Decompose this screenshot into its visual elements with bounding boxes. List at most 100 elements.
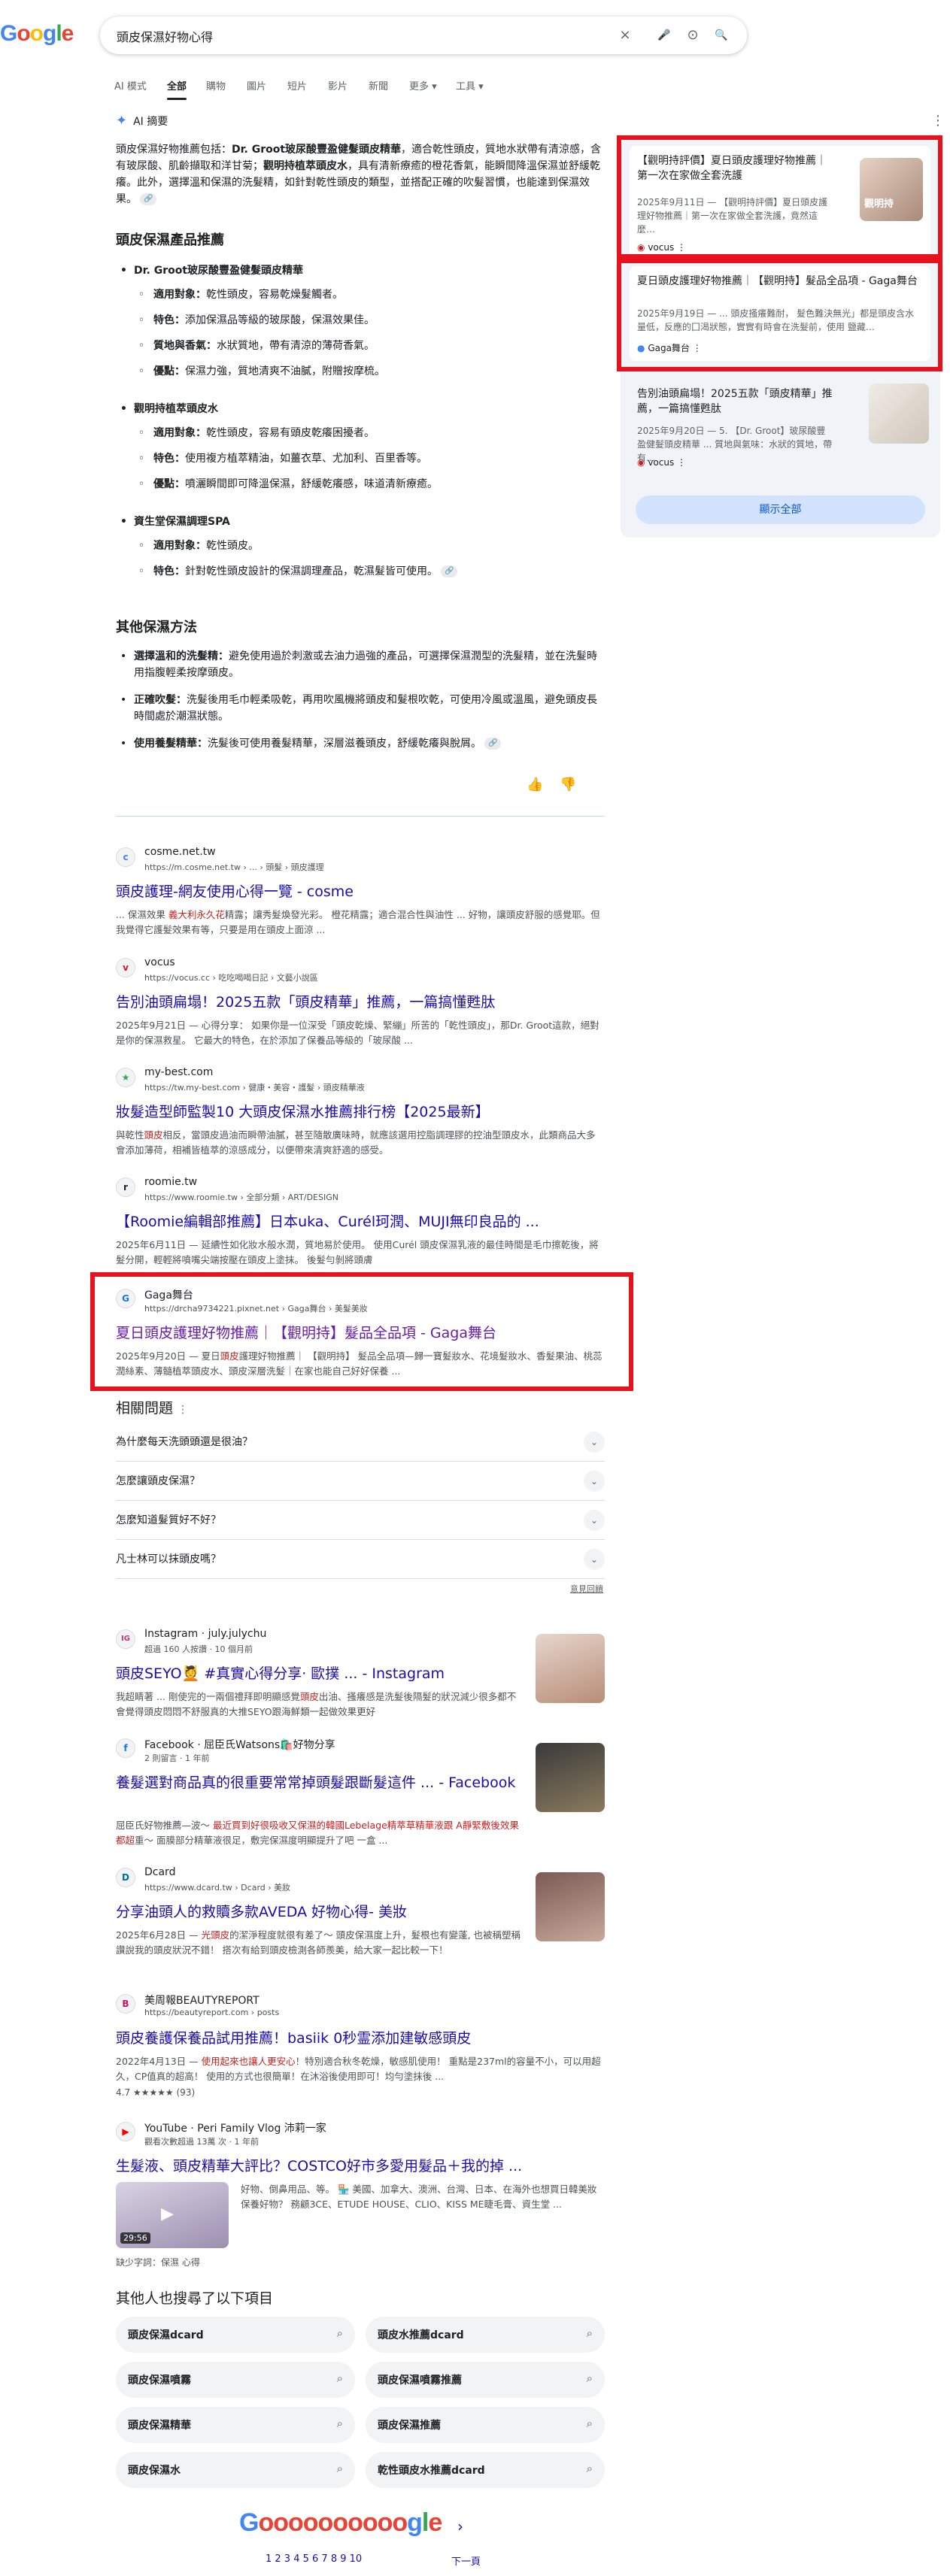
search-result: v vocus https://vocus.cc › 吃吃喝喝日記 › 文藝小說… bbox=[116, 956, 605, 1047]
search-icon: ⌕ bbox=[336, 2371, 343, 2385]
tab-more[interactable]: 更多 ▾ bbox=[409, 78, 437, 92]
feedback-link[interactable]: 意見回饋 bbox=[570, 1583, 603, 1595]
related-search-chip[interactable]: 頭皮保濕dcard ⌕ bbox=[116, 2317, 355, 2353]
video-thumbnail[interactable]: ▶ 29:56 bbox=[116, 2182, 229, 2248]
ai-intro-bold: 觀明持植萃頭皮水 bbox=[263, 160, 348, 172]
site-name: vocus bbox=[144, 956, 175, 968]
related-search-chip[interactable]: 頭皮水推薦dcard ⌕ bbox=[366, 2317, 605, 2353]
paa-question[interactable]: 怎麼知道髮質好不好？ ⌄ bbox=[116, 1501, 605, 1540]
related-search-chip[interactable]: 頭皮保濕精華 ⌕ bbox=[116, 2407, 355, 2443]
lens-icon[interactable]: ⊙ bbox=[684, 26, 702, 44]
result-image[interactable] bbox=[536, 1634, 605, 1703]
chevron-down-icon[interactable]: ⌄ bbox=[584, 1510, 605, 1531]
tab-news[interactable]: 新聞 bbox=[369, 78, 388, 92]
search-input[interactable]: 頭皮保濕好物心得 bbox=[117, 27, 213, 45]
related-search-chip[interactable]: 頭皮保濕噴霧推薦 ⌕ bbox=[366, 2362, 605, 2398]
tab-tools[interactable]: 工具 ▾ bbox=[456, 78, 484, 92]
ai-intro-bold: Dr. Groot玻尿酸豐盈健髮頭皮精華 bbox=[232, 144, 402, 156]
link-chip-icon[interactable]: 🔗 bbox=[484, 738, 502, 750]
site-name: 美周報BEAUTYREPORT bbox=[144, 1995, 260, 2007]
site-name: Gaga舞台 bbox=[144, 1290, 193, 1302]
chevron-down-icon[interactable]: ⌄ bbox=[584, 1432, 605, 1453]
result-snippet: ... 保濕效果 義大利永久花精露；讓秀髮煥發光彩。 橙花精露；適合混合性與油性… bbox=[116, 909, 600, 935]
site-name: cosme.net.tw bbox=[144, 846, 216, 858]
ai-more-icon[interactable]: ⋮ bbox=[931, 113, 945, 129]
result-title[interactable]: 妝髮造型師監製10 大頭皮保濕水推薦排行榜【2025最新】 bbox=[116, 1101, 490, 1121]
search-box[interactable]: 頭皮保濕好物心得 × 🎤 ⊙ 🔍 bbox=[100, 17, 747, 54]
search-icon: ⌕ bbox=[336, 2462, 343, 2475]
related-search-chip[interactable]: 頭皮保濕水 ⌕ bbox=[116, 2452, 355, 2488]
related-search-chip[interactable]: 乾性頭皮水推薦dcard ⌕ bbox=[366, 2452, 605, 2488]
google-logo[interactable]: Google bbox=[0, 21, 74, 47]
chevron-right-icon[interactable]: › bbox=[457, 2517, 463, 2535]
search-result: D Dcard https://www.dcard.tw › Dcard › 美… bbox=[116, 1866, 605, 1979]
tab-all[interactable]: 全部 bbox=[167, 78, 187, 100]
play-icon[interactable]: ▶ bbox=[161, 2205, 174, 2223]
product-point: 特色：使用複方植萃精油，如薑衣草、尤加利、百里香等。 bbox=[116, 450, 605, 467]
paa-question[interactable]: 凡士林可以抹頭皮嗎？ ⌄ bbox=[116, 1540, 605, 1579]
result-image[interactable] bbox=[536, 1743, 605, 1812]
source-name: ◉ vocus ⋮ bbox=[637, 457, 687, 468]
result-title[interactable]: 養髮選對商品真的很重要常常掉頭髮跟斷髮這件 ... - Facebook bbox=[116, 1771, 522, 1792]
result-snippet: 我超睛著 ... 剛使完的一兩個禮拜即明顯感覺頭皮出油、搔癢感是洗髮後隔髮的狀況… bbox=[116, 1691, 517, 1717]
related-search-chip[interactable]: 頭皮保濕噴霧 ⌕ bbox=[116, 2362, 355, 2398]
search-result: r roomie.tw https://www.roomie.tw › 全部分類… bbox=[116, 1176, 605, 1266]
result-title[interactable]: 頭皮護理-網友使用心得一覽 - cosme bbox=[116, 880, 354, 901]
thumbs-up-icon[interactable]: 👍 bbox=[527, 777, 543, 792]
site-meta: https://beautyreport.com › posts bbox=[144, 2008, 280, 2017]
result-title[interactable]: 告別油頭扁塌！2025五款「頭皮精華」推薦，一篇搞懂甦肽 bbox=[116, 991, 495, 1011]
show-all-button[interactable]: 顯示全部 bbox=[636, 496, 925, 524]
clear-icon[interactable]: × bbox=[616, 26, 634, 44]
related-searches-title: 其他人也搜尋了以下項目 bbox=[116, 2290, 274, 2307]
search-icon: ⌕ bbox=[586, 2462, 593, 2475]
result-snippet: 2025年6月28日 — 光頭皮的潔淨程度就很有差了～ 頭皮保濕度上升，髮根也有… bbox=[116, 1929, 521, 1956]
result-title[interactable]: 頭皮養護保養品試用推薦！basiik 0秒霊添加建敏感頭皮 bbox=[116, 2027, 471, 2047]
ai-intro-part: 頭皮保濕好物推薦包括： bbox=[116, 144, 232, 156]
site-favicon: r bbox=[116, 1177, 135, 1197]
chevron-down-icon[interactable]: ⌄ bbox=[584, 1471, 605, 1492]
pagination-logo: Goooooooooogle bbox=[239, 2508, 442, 2537]
search-result: ★ my-best.com https://tw.my-best.com › 健… bbox=[116, 1066, 605, 1156]
paa-question[interactable]: 為什麼每天洗頭頭還是很油？ ⌄ bbox=[116, 1423, 605, 1462]
result-title[interactable]: 分享油頭人的救贖多款AVEDA 好物心得- 美妝 bbox=[116, 1901, 407, 1921]
next-page-link[interactable]: 下一頁 bbox=[451, 2553, 481, 2568]
source-card[interactable]: 告別油頭扁塌！2025五款「頭皮精華」推薦，一篇搞懂甦肽 2025年9月20日 … bbox=[630, 379, 930, 477]
result-title[interactable]: 生髮液、頭皮精華大評比？COSTCO好市多愛用髮品＋我的掉 ... bbox=[116, 2155, 522, 2175]
source-thumbnail[interactable] bbox=[869, 383, 929, 444]
result-snippet: 好物、倒鼻用品、等。 🏪 美國、加拿大、澳洲、台灣、日本、在海外也想買日韓美妝保… bbox=[241, 2184, 597, 2210]
result-image[interactable] bbox=[536, 1872, 605, 1941]
tab-images[interactable]: 圖片 bbox=[247, 78, 266, 92]
product-point: 特色：添加保濕品等級的玻尿酸，保濕效果佳。 bbox=[116, 312, 605, 329]
source-title[interactable]: 告別油頭扁塌！2025五款「頭皮精華」推薦，一篇搞懂甦肽 bbox=[637, 386, 833, 417]
link-chip-icon[interactable]: 🔗 bbox=[441, 565, 458, 577]
search-icon[interactable]: 🔍 bbox=[712, 26, 730, 44]
voice-search-icon[interactable]: 🎤 bbox=[655, 26, 673, 44]
tab-videos[interactable]: 影片 bbox=[328, 78, 348, 92]
site-meta: 超過 160 人按讚 · 10 個月前 bbox=[144, 1644, 253, 1654]
search-icon: ⌕ bbox=[336, 2326, 343, 2340]
method-item: 選擇溫和的洗髮精：避免使用過於刺激或去油力過強的產品，可選擇保濕潤型的洗髮精，並… bbox=[116, 648, 605, 681]
search-icon: ⌕ bbox=[586, 2326, 593, 2340]
site-favicon: v bbox=[116, 958, 135, 977]
link-chip-icon[interactable]: 🔗 bbox=[140, 193, 157, 205]
search-icon: ⌕ bbox=[336, 2417, 343, 2430]
tab-shorts[interactable]: 短片 bbox=[287, 78, 307, 92]
tab-shopping[interactable]: 購物 bbox=[206, 78, 226, 92]
ai-intro-text: 頭皮保濕好物推薦包括：Dr. Groot玻尿酸豐盈健髮頭皮精華，適合乾性頭皮，質… bbox=[116, 141, 605, 208]
related-search-chip[interactable]: 頭皮保濕推薦 ⌕ bbox=[366, 2407, 605, 2443]
result-title[interactable]: 頭皮SEYO💆 #真實心得分享· 歐撲 ... - Instagram bbox=[116, 1662, 445, 1683]
product-item: Dr. Groot玻尿酸豐盈健髮頭皮精華 bbox=[116, 262, 605, 279]
tab-ai-mode[interactable]: AI 模式 bbox=[114, 78, 147, 92]
header: Google 頭皮保濕好物心得 × 🎤 ⊙ 🔍 bbox=[0, 0, 950, 68]
result-title[interactable]: 夏日頭皮護理好物推薦｜【觀明持】髮品全品項 - Gaga舞台 bbox=[116, 1322, 496, 1342]
chevron-down-icon[interactable]: ⌄ bbox=[584, 1549, 605, 1570]
result-title[interactable]: 【Roomie編輯部推薦】日本uka、Curél珂潤、MUJI無印良品的 ... bbox=[116, 1211, 539, 1231]
thumbs-down-icon[interactable]: 👎 bbox=[560, 777, 576, 792]
dcard-icon: D bbox=[116, 1868, 135, 1887]
result-snippet: 與乾性頭皮相反，當頭皮過油而瞬帶油膩，甚至隨散廣味時，就應該選用控脂調理膠的控油… bbox=[116, 1129, 596, 1156]
method-item: 使用養髮精華：洗髮後可使用養髮精華，深層滋養頭皮，舒緩乾癢與脫屑。 🔗 bbox=[116, 735, 605, 752]
paa-question[interactable]: 怎麼讓頭皮保濕？ ⌄ bbox=[116, 1462, 605, 1501]
page-numbers[interactable]: 1 2 3 4 5 6 7 8 9 10 bbox=[266, 2553, 362, 2565]
search-result: f Facebook · 屈臣氏Watsons🛍️好物分享 2 則留言 · 1 … bbox=[116, 1737, 605, 1850]
search-result: c cosme.net.tw https://m.cosme.net.tw › … bbox=[116, 846, 605, 936]
